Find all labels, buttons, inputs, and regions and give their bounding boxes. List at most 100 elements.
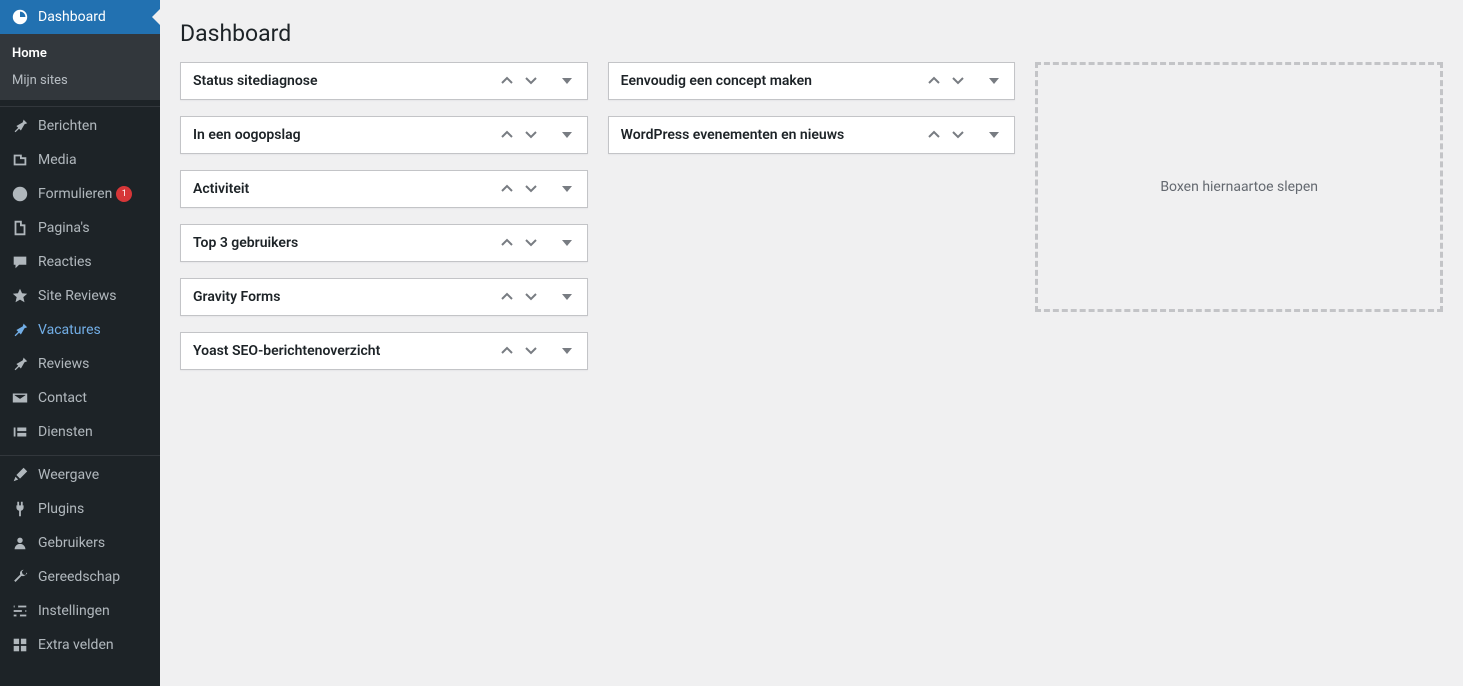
move-up-button[interactable] xyxy=(495,228,519,258)
sidebar-item-reviews[interactable]: Reviews xyxy=(0,347,160,381)
move-up-button[interactable] xyxy=(495,282,519,312)
toggle-widget-button[interactable] xyxy=(555,228,579,258)
dashboard-widget[interactable]: Eenvoudig een concept maken xyxy=(608,62,1016,100)
toggle-widget-button[interactable] xyxy=(982,66,1006,96)
widget-title: Status sitediagnose xyxy=(181,63,495,99)
empty-drop-zone[interactable]: Boxen hiernaartoe slepen xyxy=(1035,62,1443,312)
move-up-button[interactable] xyxy=(495,120,519,150)
move-up-button[interactable] xyxy=(495,174,519,204)
media-icon xyxy=(10,151,30,169)
sidebar-item-label: Media xyxy=(38,152,77,168)
settings-icon xyxy=(10,602,30,620)
sidebar-item-berichten[interactable]: Berichten xyxy=(0,109,160,143)
move-down-button[interactable] xyxy=(519,228,543,258)
move-down-button[interactable] xyxy=(946,120,970,150)
dashboard-column-3: Boxen hiernaartoe slepen xyxy=(1035,62,1443,370)
sidebar-item-gebruikers[interactable]: Gebruikers xyxy=(0,526,160,560)
main-content: Dashboard Status sitediagnose In een oogo… xyxy=(160,0,1463,686)
extra-icon xyxy=(10,636,30,654)
dashboard-widget[interactable]: Gravity Forms xyxy=(180,278,588,316)
widget-title: WordPress evenementen en nieuws xyxy=(609,117,923,153)
dashboard-column-2: Eenvoudig een concept maken WordPress eve… xyxy=(608,62,1016,370)
sidebar-item-gereedschap[interactable]: Gereedschap xyxy=(0,560,160,594)
move-down-button[interactable] xyxy=(519,120,543,150)
dashboard-widget[interactable]: Yoast SEO-berichtenoverzicht xyxy=(180,332,588,370)
dashboard-widget[interactable]: Activiteit xyxy=(180,170,588,208)
sidebar-item-label: Formulieren xyxy=(38,186,112,202)
sidebar-item-label: Dashboard xyxy=(38,9,106,25)
widget-title: Gravity Forms xyxy=(181,279,495,315)
widget-header: Yoast SEO-berichtenoverzicht xyxy=(181,333,587,369)
toggle-widget-button[interactable] xyxy=(555,66,579,96)
dashboard-widget[interactable]: Top 3 gebruikers xyxy=(180,224,588,262)
sidebar-item-diensten[interactable]: Diensten xyxy=(0,415,160,449)
toggle-widget-button[interactable] xyxy=(555,336,579,366)
widget-title: In een oogopslag xyxy=(181,117,495,153)
mail-icon xyxy=(10,389,30,407)
move-down-button[interactable] xyxy=(519,336,543,366)
sidebar-item-label: Extra velden xyxy=(38,637,114,653)
sidebar-item-plugins[interactable]: Plugins xyxy=(0,492,160,526)
sidebar-item-label: Plugins xyxy=(38,501,84,517)
move-up-button[interactable] xyxy=(495,66,519,96)
widget-title: Top 3 gebruikers xyxy=(181,225,495,261)
sidebar-item-weergave[interactable]: Weergave xyxy=(0,458,160,492)
widget-header: In een oogopslag xyxy=(181,117,587,153)
sidebar-item-label: Berichten xyxy=(38,118,97,134)
move-down-button[interactable] xyxy=(519,174,543,204)
sidebar-item-media[interactable]: Media xyxy=(0,143,160,177)
move-up-button[interactable] xyxy=(922,120,946,150)
widget-handle-actions xyxy=(495,336,587,366)
toggle-widget-button[interactable] xyxy=(555,120,579,150)
dashboard-widget[interactable]: In een oogopslag xyxy=(180,116,588,154)
dashboard-column-1: Status sitediagnose In een oogopslag Activ… xyxy=(180,62,588,370)
brush-icon xyxy=(10,466,30,484)
sidebar-item-sitereviews[interactable]: Site Reviews xyxy=(0,279,160,313)
widget-header: Gravity Forms xyxy=(181,279,587,315)
widget-title: Yoast SEO-berichtenoverzicht xyxy=(181,333,495,369)
sidebar-item-instellingen[interactable]: Instellingen xyxy=(0,594,160,628)
toggle-widget-button[interactable] xyxy=(555,282,579,312)
sidebar-item-formulieren[interactable]: Formulieren 1 xyxy=(0,177,160,211)
move-down-button[interactable] xyxy=(519,282,543,312)
comments-icon xyxy=(10,253,30,271)
dashboard-widget[interactable]: Status sitediagnose xyxy=(180,62,588,100)
sidebar-item-dashboard[interactable]: Dashboard xyxy=(0,0,160,34)
sidebar-item-vacatures[interactable]: Vacatures xyxy=(0,313,160,347)
pin-icon xyxy=(10,117,30,135)
dashboard-icon xyxy=(10,8,30,26)
plug-icon xyxy=(10,500,30,518)
move-down-button[interactable] xyxy=(519,66,543,96)
move-down-button[interactable] xyxy=(946,66,970,96)
sidebar-item-label: Weergave xyxy=(38,467,99,483)
submenu-item-mysites[interactable]: Mijn sites xyxy=(0,67,160,94)
forms-icon xyxy=(10,185,30,203)
move-up-button[interactable] xyxy=(922,66,946,96)
sidebar-item-contact[interactable]: Contact xyxy=(0,381,160,415)
widget-header: WordPress evenementen en nieuws xyxy=(609,117,1015,153)
widget-handle-actions xyxy=(495,120,587,150)
menu-separator xyxy=(0,451,160,456)
star-icon xyxy=(10,287,30,305)
sidebar-item-label: Instellingen xyxy=(38,603,110,619)
user-icon xyxy=(10,534,30,552)
move-up-button[interactable] xyxy=(495,336,519,366)
sidebar-item-extravelden[interactable]: Extra velden xyxy=(0,628,160,662)
sidebar-item-label: Gebruikers xyxy=(38,535,105,551)
menu-separator xyxy=(0,102,160,107)
widget-header: Top 3 gebruikers xyxy=(181,225,587,261)
pin-icon xyxy=(10,321,30,339)
widget-handle-actions xyxy=(922,120,1014,150)
widget-title: Activiteit xyxy=(181,171,495,207)
toggle-widget-button[interactable] xyxy=(555,174,579,204)
sidebar-item-label: Contact xyxy=(38,390,87,406)
sidebar-item-label: Pagina's xyxy=(38,220,90,236)
page-title: Dashboard xyxy=(180,0,1443,62)
sidebar-item-paginas[interactable]: Pagina's xyxy=(0,211,160,245)
widget-title: Eenvoudig een concept maken xyxy=(609,63,923,99)
submenu-item-home[interactable]: Home xyxy=(0,40,160,67)
update-badge: 1 xyxy=(116,186,132,202)
toggle-widget-button[interactable] xyxy=(982,120,1006,150)
dashboard-widget[interactable]: WordPress evenementen en nieuws xyxy=(608,116,1016,154)
sidebar-item-reacties[interactable]: Reacties xyxy=(0,245,160,279)
